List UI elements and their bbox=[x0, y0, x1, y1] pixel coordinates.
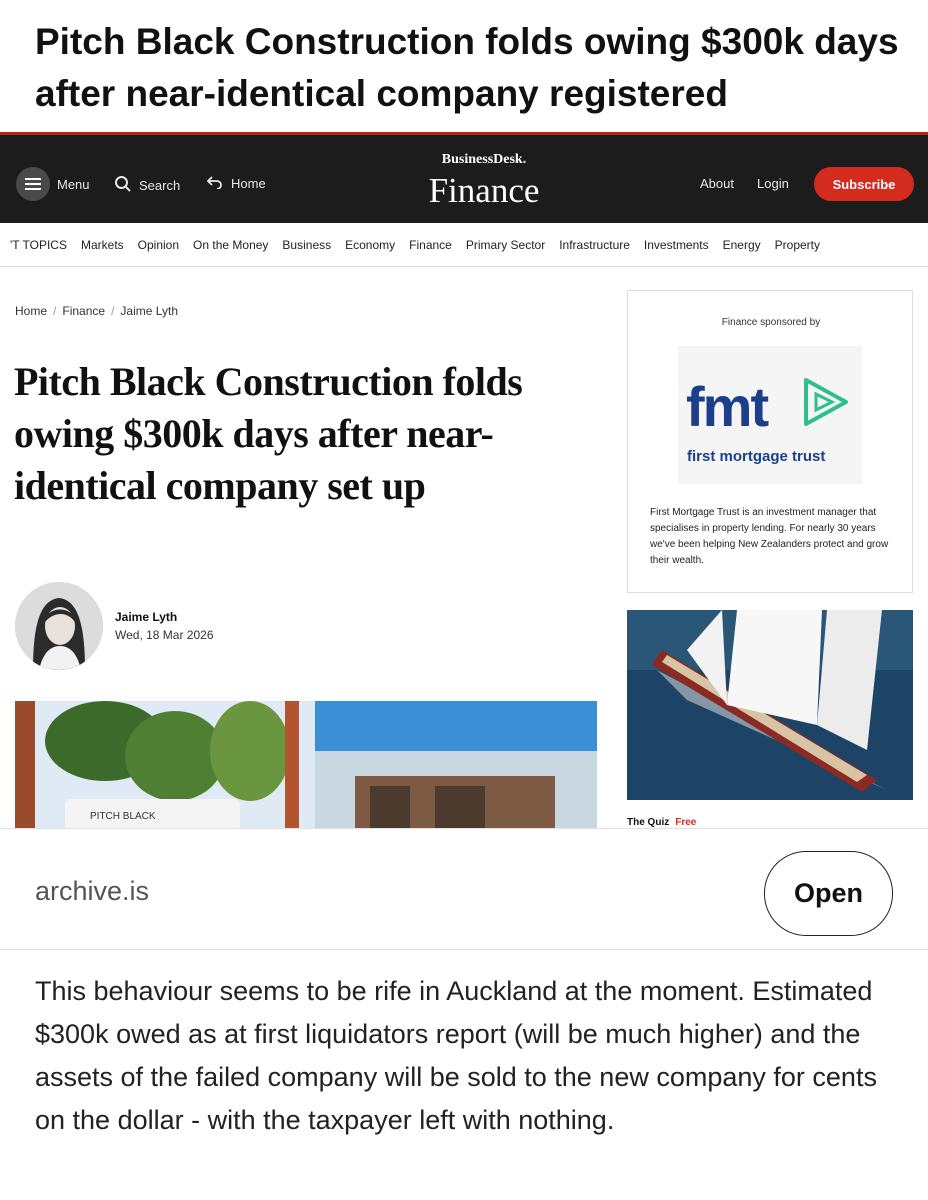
topic-link[interactable]: Infrastructure bbox=[559, 238, 630, 252]
topic-link[interactable]: Primary Sector bbox=[466, 238, 545, 252]
fmt-logo-word: fmt bbox=[686, 375, 769, 438]
topic-link[interactable]: Finance bbox=[409, 238, 452, 252]
subscribe-button[interactable]: Subscribe bbox=[814, 167, 914, 201]
topic-link[interactable]: Energy bbox=[723, 238, 761, 252]
open-button[interactable]: Open bbox=[764, 851, 893, 936]
topic-link[interactable]: Investments bbox=[644, 238, 709, 252]
play-icon bbox=[804, 378, 848, 426]
topic-link[interactable]: On the Money bbox=[193, 238, 268, 252]
topic-link[interactable]: Markets bbox=[81, 238, 124, 252]
site-header: Menu Search Home BusinessDesk. Finance A… bbox=[0, 132, 928, 223]
brand-small: BusinessDesk. bbox=[441, 152, 527, 167]
topic-link[interactable]: Opinion bbox=[138, 238, 179, 252]
fmt-logo[interactable]: fmt first mortgage trust bbox=[678, 346, 862, 484]
link-domain: archive.is bbox=[35, 876, 150, 906]
topics-nav: 'T TOPICS Markets Opinion On the Money Busin… bbox=[0, 223, 928, 267]
login-link[interactable]: Login bbox=[757, 176, 789, 191]
article-hero-image: PITCH BLACK bbox=[15, 701, 597, 828]
breadcrumb-home[interactable]: Home bbox=[15, 304, 47, 318]
sponsor-label: Finance sponsored by bbox=[721, 317, 821, 328]
topic-link[interactable]: Property bbox=[775, 238, 820, 252]
author-avatar bbox=[15, 582, 103, 670]
link-card-footer[interactable]: archive.is Open bbox=[0, 828, 928, 950]
sailboat-image[interactable] bbox=[627, 610, 913, 800]
sponsor-box[interactable]: Finance sponsored by fmt first mortgage … bbox=[627, 290, 913, 593]
about-link[interactable]: About bbox=[700, 176, 734, 191]
post-title: Pitch Black Construction folds owing $30… bbox=[35, 21, 899, 114]
article-headline: Pitch Black Construction folds owing $30… bbox=[14, 359, 523, 508]
link-preview-image[interactable]: Menu Search Home BusinessDesk. Finance A… bbox=[0, 132, 928, 828]
sponsor-description: First Mortgage Trust is an investment ma… bbox=[650, 507, 889, 566]
publish-date: Wed, 18 Mar 2026 bbox=[115, 628, 214, 642]
fmt-logo-subtitle: first mortgage trust bbox=[687, 448, 826, 465]
quiz-link[interactable]: The Quiz Free bbox=[627, 817, 696, 828]
free-badge: Free bbox=[675, 817, 697, 828]
topic-link[interactable]: 'T TOPICS bbox=[10, 238, 67, 252]
author-name[interactable]: Jaime Lyth bbox=[115, 610, 177, 624]
post-comment: This behaviour seems to be rife in Auckl… bbox=[35, 976, 877, 1135]
topic-link[interactable]: Economy bbox=[345, 238, 395, 252]
breadcrumb-finance[interactable]: Finance bbox=[62, 304, 105, 318]
breadcrumb: Home / Finance / Jaime Lyth bbox=[15, 304, 178, 318]
breadcrumb-author[interactable]: Jaime Lyth bbox=[120, 304, 178, 318]
topic-link[interactable]: Business bbox=[282, 238, 331, 252]
quiz-label: The Quiz bbox=[627, 817, 670, 828]
van-sign-text: PITCH BLACK bbox=[90, 811, 156, 822]
